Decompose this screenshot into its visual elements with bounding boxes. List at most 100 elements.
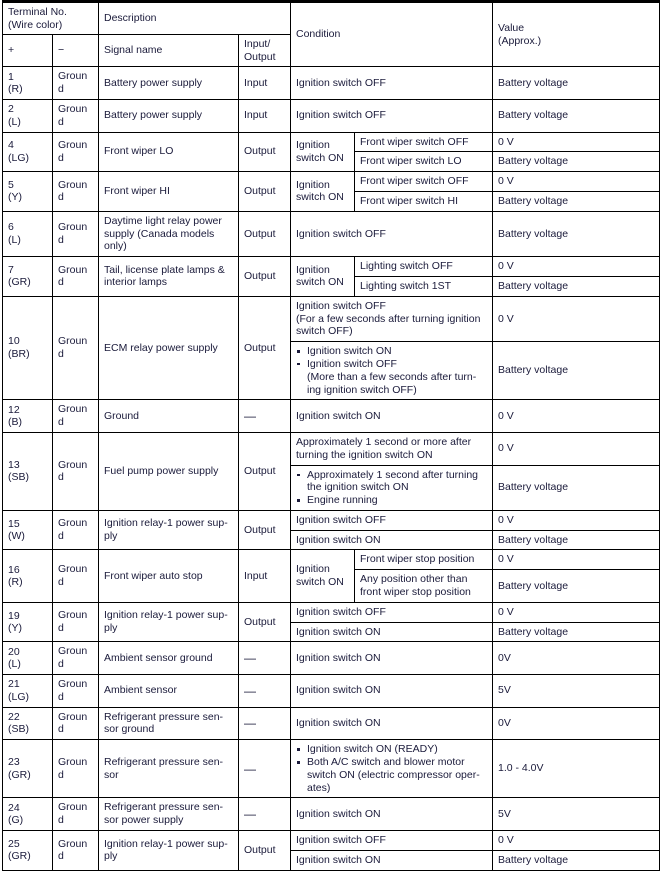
condition-text: Ignition switch ON [296, 409, 381, 422]
condition-line: Both A/C switch and blower motor [307, 756, 465, 769]
header-description: Description [98, 0, 291, 36]
signal-name-cell: Refrigerant pressure sen-sor [98, 739, 239, 799]
terminal-number: 1 [8, 70, 14, 83]
header-condition: Condition [290, 0, 493, 68]
condition-bullet-item: Engine running [296, 494, 487, 507]
terminal-number: 16 [8, 563, 20, 576]
condition-group-label-line2: switch ON [296, 276, 344, 289]
condition-text: Approximately 1 second or more after turn… [296, 436, 487, 462]
value-cell: 5V [492, 674, 660, 708]
value-cell: Battery voltage [492, 529, 660, 551]
value-cell: Battery voltage [492, 569, 660, 603]
value-cell: 0 V [492, 601, 660, 623]
condition-line: Approximately 1 second after turning [307, 468, 479, 481]
input-output-cell: Output [238, 830, 291, 871]
value-cell: 1.0 - 4.0V [492, 739, 660, 799]
ground-cell: Ground [52, 256, 99, 297]
terminal-number-cell: 25 (GR) [2, 830, 53, 871]
signal-name-cell: Ground [98, 399, 239, 433]
terminal-number: 23 [8, 756, 20, 769]
value-cell: 5V [492, 797, 660, 832]
header-io-line2: Output [244, 50, 276, 63]
terminal-number-cell: 13 (SB) [2, 431, 53, 511]
terminal-number-cell: 22 (SB) [2, 706, 53, 741]
condition-cell: Ignition switch ON Ignition switch OFF (Mo… [290, 341, 493, 401]
condition-cell: Front wiper stop position [354, 549, 493, 571]
header-row-1: Terminal No. (Wire color) Description Co… [2, 0, 660, 68]
wire-color: (G) [8, 814, 24, 827]
ground-cell: Ground [52, 399, 99, 433]
terminal-number-cell: 10 (BR) [2, 295, 53, 401]
terminal-number-cell: 16 (R) [2, 549, 53, 603]
signal-name-cell: Front wiper LO [98, 131, 239, 173]
value-cell: 0V [492, 641, 660, 676]
terminal-number: 6 [8, 221, 14, 234]
wire-color: (BR) [8, 348, 30, 361]
ground-cell: Ground [52, 66, 99, 100]
header-input-output: Input/ Output [238, 34, 291, 68]
condition-cell: Approximately 1 second after turning the … [290, 464, 493, 511]
condition-text: Lighting switch OFF [360, 260, 453, 273]
condition-text: Lighting switch 1ST [360, 279, 452, 292]
terminal-number: 19 [8, 609, 20, 622]
input-output-cell: Output [238, 509, 291, 551]
header-signal-name: Signal name [98, 34, 239, 68]
ground-cell: Ground [52, 601, 99, 643]
condition-cell: Any position other than front wiper stop … [354, 569, 493, 603]
condition-group-label: Ignition switch ON [290, 131, 355, 173]
condition-bullet-item: Approximately 1 second after turning the … [296, 469, 487, 495]
condition-cell: Ignition switch OFF [290, 66, 493, 100]
condition-bullet-item: Both A/C switch and blower motor switch O… [296, 756, 487, 794]
input-output-cell: Output [238, 171, 291, 212]
input-output-cell: — [238, 797, 291, 832]
condition-cell: Ignition switch OFF (For a few seconds af… [290, 295, 493, 343]
terminal-number: 12 [8, 403, 20, 416]
ground-cell: Ground [52, 706, 99, 741]
wire-color: (GR) [8, 850, 31, 863]
table-header: Terminal No. (Wire color) Description Co… [2, 0, 660, 68]
wire-color: (B) [8, 416, 22, 429]
condition-bullet-item: Ignition switch ON (READY) [296, 743, 487, 756]
condition-cell: Ignition switch OFF [290, 509, 493, 531]
terminal-number-cell: 2 (L) [2, 98, 53, 133]
header-plus: + [2, 34, 53, 68]
signal-name-cell: Ignition relay-1 power sup-ply [98, 601, 239, 643]
condition-text: Ignition switch ON [296, 807, 381, 820]
wire-color: (L) [8, 658, 21, 671]
terminal-number: 20 [8, 645, 20, 658]
condition-text: Front wiper stop position [360, 553, 475, 566]
ground-cell: Ground [52, 131, 99, 173]
condition-cell: Ignition switch ON (READY) Both A/C switc… [290, 739, 493, 799]
input-output-cell: Input [238, 549, 291, 603]
header-terminal-no-line2: (Wire color) [8, 18, 63, 31]
condition-line: Ignition switch ON (READY) [307, 743, 438, 756]
ground-cell: Ground [52, 210, 99, 258]
condition-cell: Ignition switch ON [290, 529, 493, 551]
terminal-number-cell: 23 (GR) [2, 739, 53, 799]
terminal-number-cell: 5 (Y) [2, 171, 53, 212]
condition-group-label-line1: Ignition [296, 263, 330, 276]
condition-text: Ignition switch OFF [296, 513, 386, 526]
terminal-number-cell: 1 (R) [2, 66, 53, 100]
condition-bullet-list: Ignition switch ON (READY) Both A/C switc… [296, 743, 487, 794]
terminal-number: 10 [8, 335, 20, 348]
condition-group-label: Ignition switch ON [290, 549, 355, 603]
signal-name-cell: Battery power supply [98, 98, 239, 133]
signal-name-cell: Front wiper auto stop [98, 549, 239, 603]
condition-bullet-item: Ignition switch OFF (More than a few seco… [296, 358, 487, 396]
wire-color: (GR) [8, 276, 31, 289]
value-cell: 0 V [492, 549, 660, 571]
input-output-cell: — [238, 399, 291, 433]
ground-cell: Ground [52, 549, 99, 603]
ground-cell: Ground [52, 431, 99, 511]
condition-cell: Front wiper switch HI [354, 190, 493, 212]
terminal-number-cell: 4 (LG) [2, 131, 53, 173]
header-value-line1: Value [498, 22, 525, 35]
condition-text: Ignition switch OFF (For a few seconds af… [296, 300, 487, 338]
header-io-line1: Input/ [244, 38, 271, 51]
wire-color: (W) [8, 530, 25, 543]
terminal-number: 24 [8, 801, 20, 814]
condition-text: Front wiper switch OFF [360, 135, 469, 148]
condition-cell: Ignition switch ON [290, 849, 493, 871]
terminal-number: 25 [8, 837, 20, 850]
